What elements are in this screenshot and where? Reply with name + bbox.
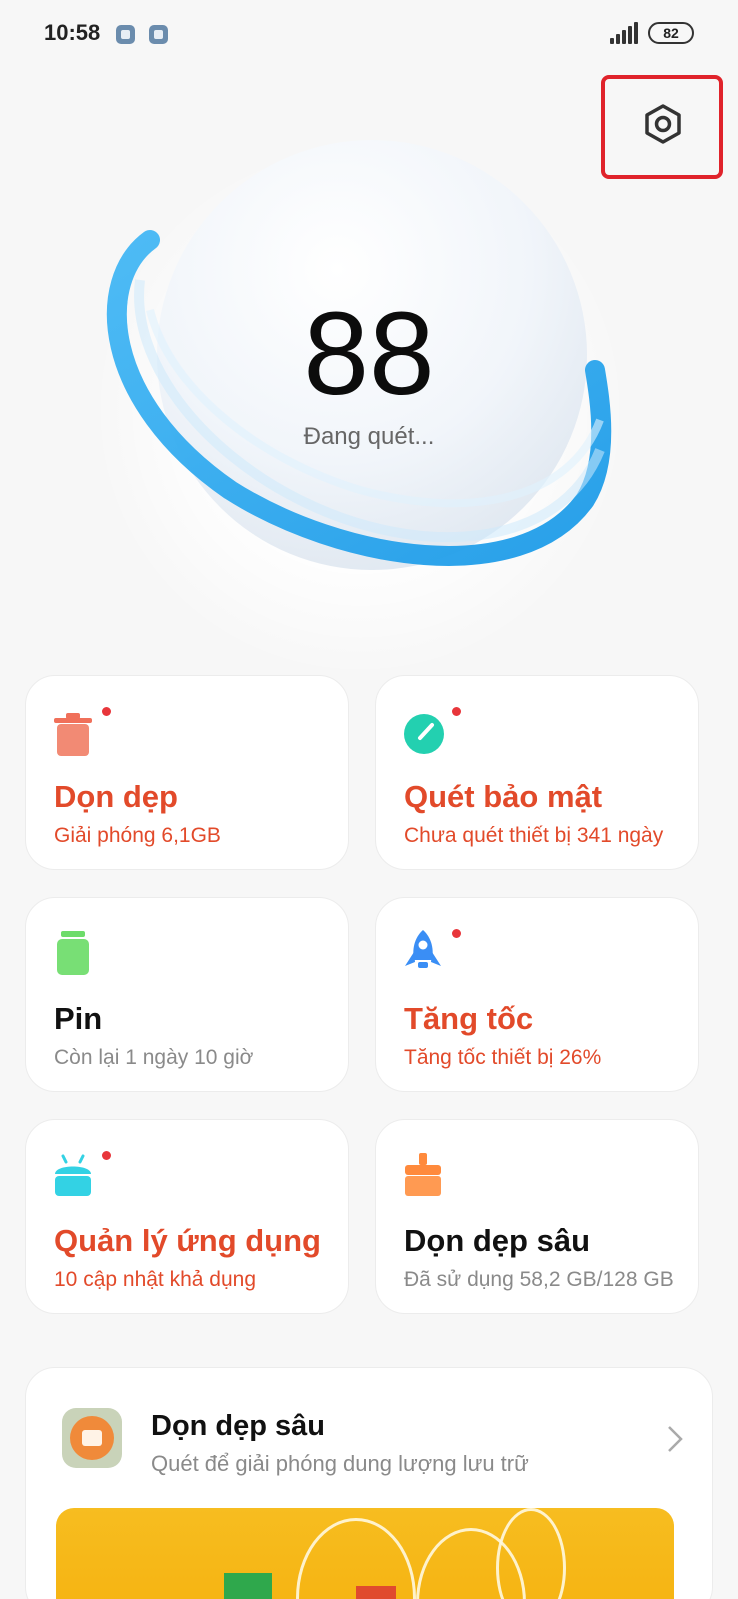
deep-clean-app-icon — [62, 1408, 122, 1468]
gift-box-graphic — [224, 1573, 272, 1599]
notification-app-icon — [149, 25, 168, 44]
notification-dot — [102, 1151, 111, 1160]
notification-dot — [102, 707, 111, 716]
battery-icon — [57, 931, 89, 975]
card-app-management[interactable]: Quản lý ứng dụng 10 cập nhật khả dụng — [25, 1119, 349, 1314]
card-title: Quản lý ứng dụng — [54, 1223, 321, 1258]
notification-dot — [452, 929, 461, 938]
card-subtitle: Đã sử dụng 58,2 GB/128 GB — [404, 1268, 674, 1291]
card-subtitle: 10 cập nhật khả dụng — [54, 1268, 257, 1291]
signal-icon — [610, 22, 638, 44]
card-title: Quét bảo mật — [404, 779, 603, 814]
security-score-hero: 88 Đang quét... — [0, 130, 738, 670]
card-battery[interactable]: Pin Còn lại 1 ngày 10 giờ — [25, 897, 349, 1092]
card-title: Dọn dẹp — [54, 779, 178, 814]
banner-subtitle: Quét để giải phóng dung lượng lưu trữ — [151, 1451, 529, 1476]
card-subtitle: Chưa quét thiết bị 341 ngày — [404, 824, 664, 847]
card-deep-clean[interactable]: Dọn dẹp sâu Đã sử dụng 58,2 GB/128 GB — [375, 1119, 699, 1314]
status-time: 10:58 — [44, 20, 101, 45]
rocket-icon — [405, 930, 441, 968]
card-subtitle: Còn lại 1 ngày 10 giờ — [54, 1046, 254, 1069]
gift-box-graphic — [356, 1586, 396, 1599]
notification-app-icon — [116, 25, 135, 44]
trash-icon — [54, 713, 92, 756]
banner-title: Dọn dẹp sâu — [151, 1410, 326, 1442]
card-boost[interactable]: Tăng tốc Tăng tốc thiết bị 26% — [375, 897, 699, 1092]
card-title: Pin — [54, 1001, 103, 1036]
card-security-scan[interactable]: Quét bảo mật Chưa quét thiết bị 341 ngày — [375, 675, 699, 870]
battery-indicator: 82 — [648, 22, 694, 44]
security-scan-icon — [404, 714, 444, 754]
banner-illustration — [56, 1508, 674, 1599]
card-subtitle: Giải phóng 6,1GB — [54, 824, 221, 847]
brush-icon — [405, 1153, 441, 1196]
deep-clean-banner[interactable]: Dọn dẹp sâu Quét để giải phóng dung lượn… — [25, 1367, 713, 1599]
scan-status-text: Đang quét... — [303, 423, 435, 450]
chevron-right-icon — [668, 1426, 683, 1452]
android-icon — [55, 1154, 91, 1196]
card-subtitle: Tăng tốc thiết bị 26% — [404, 1046, 602, 1069]
card-cleaner[interactable]: Dọn dẹp Giải phóng 6,1GB — [25, 675, 349, 870]
security-score: 88 — [303, 288, 435, 420]
card-title: Tăng tốc — [404, 1001, 534, 1036]
card-title: Dọn dẹp sâu — [404, 1223, 591, 1258]
notification-dot — [452, 707, 461, 716]
status-bar: 10:58 82 — [0, 0, 738, 70]
